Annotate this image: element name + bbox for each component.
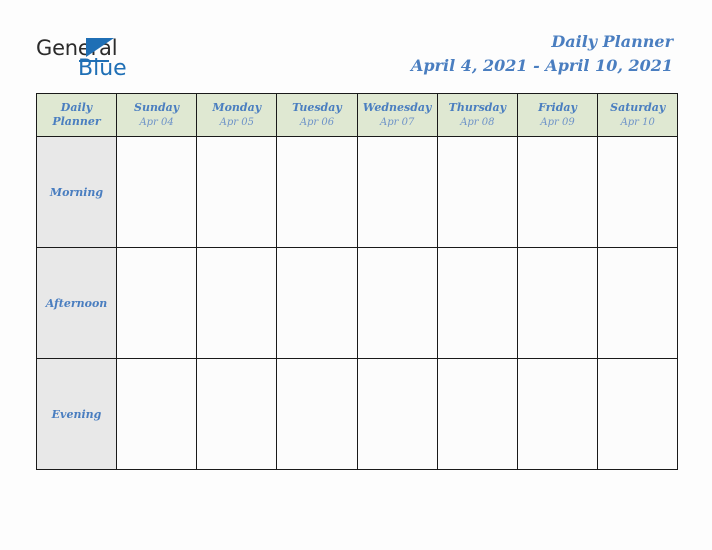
slot-evening-tuesday[interactable] <box>276 358 358 470</box>
slot-afternoon-saturday[interactable] <box>597 247 679 359</box>
row-label-morning: Morning <box>36 136 117 248</box>
day-date: Apr 09 <box>540 116 575 128</box>
title-block: Daily Planner April 4, 2021 - April 10, … <box>411 32 673 77</box>
row-label-text: Morning <box>49 186 104 199</box>
slot-evening-monday[interactable] <box>196 358 278 470</box>
day-date: Apr 10 <box>620 116 655 128</box>
header-row: Daily Planner Sunday Apr 04 Monday Apr 0… <box>36 93 679 137</box>
table-row-afternoon: Afternoon <box>36 247 679 359</box>
slot-afternoon-sunday[interactable] <box>115 247 198 359</box>
slot-morning-saturday[interactable] <box>597 136 679 248</box>
day-header-wednesday: Wednesday Apr 07 <box>356 93 438 137</box>
day-date: Apr 05 <box>219 116 254 128</box>
slot-morning-friday[interactable] <box>516 136 599 248</box>
slot-afternoon-friday[interactable] <box>516 247 599 359</box>
slot-morning-thursday[interactable] <box>436 136 518 248</box>
corner-label-line2: Planner <box>52 115 101 128</box>
slot-morning-tuesday[interactable] <box>276 136 358 248</box>
slot-evening-wednesday[interactable] <box>356 358 438 470</box>
day-name: Sunday <box>134 100 180 114</box>
slot-afternoon-tuesday[interactable] <box>276 247 358 359</box>
slot-afternoon-thursday[interactable] <box>436 247 518 359</box>
daily-planner-table: Daily Planner Sunday Apr 04 Monday Apr 0… <box>36 93 679 470</box>
table-body: Morning Afternoon Evening <box>36 136 679 470</box>
slot-afternoon-monday[interactable] <box>196 247 278 359</box>
row-label-text: Evening <box>51 408 102 421</box>
triangle-icon <box>86 38 114 57</box>
slot-morning-monday[interactable] <box>196 136 278 248</box>
day-name: Thursday <box>448 100 507 114</box>
page-title: Daily Planner <box>551 32 673 51</box>
table-row-morning: Morning <box>36 136 679 248</box>
day-header-thursday: Thursday Apr 08 <box>436 93 518 137</box>
day-header-monday: Monday Apr 05 <box>196 93 278 137</box>
day-date: Apr 08 <box>460 116 495 128</box>
row-label-text: Afternoon <box>45 297 108 310</box>
day-header-tuesday: Tuesday Apr 06 <box>276 93 358 137</box>
slot-afternoon-wednesday[interactable] <box>356 247 438 359</box>
day-name: Wednesday <box>362 100 432 114</box>
corner-cell: Daily Planner <box>36 93 117 137</box>
slot-morning-sunday[interactable] <box>115 136 198 248</box>
day-name: Monday <box>212 100 262 114</box>
date-range: April 4, 2021 - April 10, 2021 <box>410 56 673 75</box>
slot-evening-thursday[interactable] <box>436 358 518 470</box>
day-header-sunday: Sunday Apr 04 <box>115 93 198 137</box>
day-date: Apr 06 <box>299 116 335 128</box>
day-name: Saturday <box>610 100 666 114</box>
day-date: Apr 04 <box>139 116 174 128</box>
day-date: Apr 07 <box>380 116 415 128</box>
slot-evening-sunday[interactable] <box>115 358 198 470</box>
table-header: Daily Planner Sunday Apr 04 Monday Apr 0… <box>36 93 679 137</box>
table-row-evening: Evening <box>36 358 679 470</box>
corner-label-line1: Daily <box>60 101 93 114</box>
row-label-evening: Evening <box>36 358 117 470</box>
day-name: Tuesday <box>292 100 342 114</box>
day-name: Friday <box>538 100 577 114</box>
slot-evening-saturday[interactable] <box>597 358 679 470</box>
logo-text-blue: Blue <box>78 56 127 81</box>
day-header-friday: Friday Apr 09 <box>516 93 599 137</box>
day-header-saturday: Saturday Apr 10 <box>597 93 679 137</box>
row-label-afternoon: Afternoon <box>36 247 117 359</box>
slot-evening-friday[interactable] <box>516 358 599 470</box>
slot-morning-wednesday[interactable] <box>356 136 438 248</box>
general-blue-logo: General Blue <box>36 36 206 82</box>
